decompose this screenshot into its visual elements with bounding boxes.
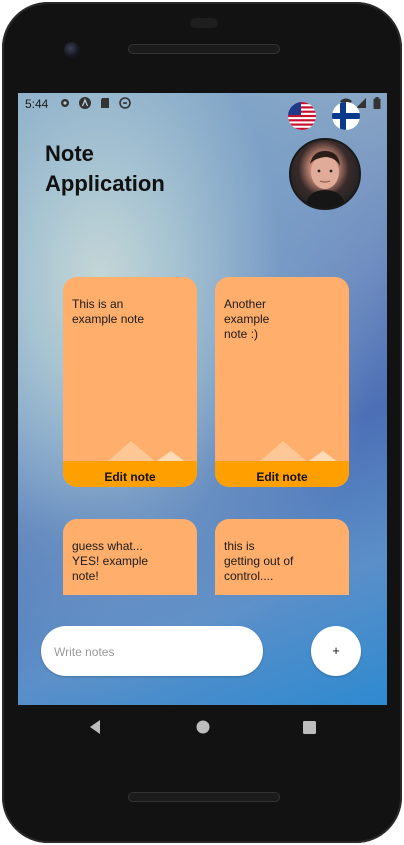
note-body: This is an example note xyxy=(63,277,197,469)
sync-icon xyxy=(119,97,131,109)
note-card[interactable]: This is an example note Edit note xyxy=(63,277,197,487)
edit-note-button[interactable]: Edit note xyxy=(63,461,197,487)
note-text: Another example note :) xyxy=(224,297,270,341)
settings-icon xyxy=(59,97,71,109)
avatar[interactable] xyxy=(289,138,361,210)
us-flag-icon[interactable] xyxy=(288,102,316,130)
input-placeholder: Write notes xyxy=(54,645,115,659)
note-text: guess what... YES! example note! xyxy=(72,539,149,583)
note-body: Another example note :) xyxy=(215,277,349,469)
write-notes-input[interactable]: Write notes xyxy=(41,626,263,676)
top-speaker xyxy=(128,44,280,54)
note-card[interactable]: this is getting out of control.... xyxy=(215,519,349,595)
earpiece xyxy=(190,18,218,28)
home-icon[interactable] xyxy=(183,705,223,749)
status-time: 5:44 xyxy=(25,97,49,111)
system-nav-bar xyxy=(18,705,387,749)
edit-note-button[interactable]: Edit note xyxy=(215,461,349,487)
app-screen: 5:44 Note Application This is an example… xyxy=(18,93,387,705)
front-camera xyxy=(64,42,80,58)
title-line-2: Application xyxy=(45,171,165,196)
add-note-button[interactable]: + xyxy=(311,626,361,676)
recents-icon[interactable] xyxy=(289,705,329,749)
bottom-speaker xyxy=(128,792,280,802)
title-line-1: Note xyxy=(45,141,94,166)
note-card[interactable]: guess what... YES! example note! xyxy=(63,519,197,595)
note-card[interactable]: Another example note :) Edit note xyxy=(215,277,349,487)
back-icon[interactable] xyxy=(75,705,115,749)
sd-card-icon xyxy=(99,97,111,109)
page-title: Note Application xyxy=(45,139,165,199)
note-text: this is getting out of control.... xyxy=(224,539,294,583)
battery-icon xyxy=(371,97,383,109)
finland-flag-icon[interactable] xyxy=(332,102,360,130)
note-text: This is an example note xyxy=(72,297,145,326)
a-badge-icon xyxy=(79,97,91,109)
